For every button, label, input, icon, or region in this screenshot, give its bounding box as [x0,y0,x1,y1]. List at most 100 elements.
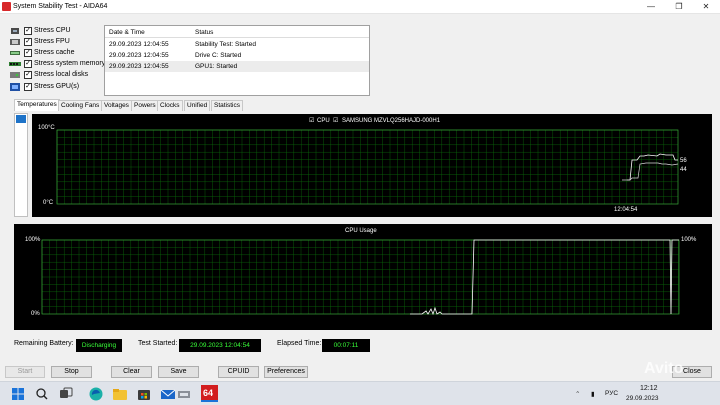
memory-icon [9,62,21,66]
taskbar: 64 ⌃ ▮ РУС 12:12 29.09.2023 Avito [0,360,720,405]
test-started-value: 29.09.2023 12:04:54 [179,339,261,352]
tab-cooling-fans[interactable]: Cooling Fans [58,100,103,111]
stress-disks-option[interactable]: ✓ Stress local disks [9,70,109,81]
temp-y-top-label: 100°C [38,125,55,131]
cache-icon [10,51,20,55]
log-row[interactable]: 29.09.2023 12:04:55 Stability Test: Star… [105,39,369,50]
battery-label: Remaining Battery: [14,340,74,347]
cpu-value-label: 56 [680,158,687,164]
log-row-time: 29.09.2023 12:04:55 [109,52,169,59]
stress-memory-checkbox[interactable]: ✓ [24,60,32,68]
disk-value-label: 44 [680,167,687,173]
preferences-button[interactable]: Preferences [264,366,308,378]
stress-gpu-label: Stress GPU(s) [34,83,80,90]
mail-icon[interactable] [160,386,176,402]
clock-date[interactable]: 29.09.2023 [626,395,659,402]
stress-fpu-checkbox[interactable]: ✓ [24,38,32,46]
clear-button[interactable]: Clear [111,366,152,378]
elapsed-time-value: 00:07:11 [322,339,370,352]
stress-fpu-label: Stress FPU [34,38,70,45]
temp-time-label: 12:04:54 [614,207,638,213]
fpu-icon [10,39,20,45]
tab-voltages[interactable]: Voltages [101,100,132,111]
disk-legend-checkbox[interactable]: ☑ [333,117,338,124]
title-bar: System Stability Test - AIDA64 — ❐ ✕ [0,0,720,14]
stress-cpu-option[interactable]: ✓ Stress CPU [9,26,109,37]
start-button[interactable]: Start [5,366,45,378]
stress-fpu-option[interactable]: ✓ Stress FPU [9,37,109,48]
cpu-usage-graph: CPU Usage 100% 0% 100% [14,224,712,330]
stress-gpu-checkbox[interactable]: ✓ [24,83,32,91]
search-icon[interactable] [34,386,50,402]
stop-button[interactable]: Stop [51,366,92,378]
sensor-scrollbar[interactable] [14,113,28,217]
gpu-icon [10,83,20,91]
stress-cpu-checkbox[interactable]: ✓ [24,27,32,35]
save-button[interactable]: Save [158,366,199,378]
tray-chevron-icon[interactable]: ⌃ [575,390,580,398]
log-row-time: 29.09.2023 12:04:55 [109,63,169,70]
hardware-monitor-icon[interactable] [176,386,192,402]
stress-memory-label: Stress system memory [34,60,106,67]
cpu-usage-value-label: 100% [681,237,697,243]
disk-legend-label: SAMSUNG MZVLQ256HAJD-000H1 [342,118,441,124]
minimize-button[interactable]: — [637,0,665,14]
status-log-table: Date & Time Status 29.09.2023 12:04:55 S… [104,25,370,96]
cpu-y-top-label: 100% [25,237,41,243]
stress-memory-option[interactable]: ✓ Stress system memory [9,59,109,70]
stress-cache-label: Stress cache [34,49,75,56]
clock-time[interactable]: 12:12 [640,385,658,392]
network-icon[interactable]: ▮ [591,390,595,398]
log-row-status: Drive C: Started [195,52,242,59]
keyboard-layout[interactable]: РУС [605,390,618,397]
battery-value: Discharging [76,339,122,352]
stress-disks-label: Stress local disks [34,71,89,78]
stress-cpu-label: Stress CPU [34,27,71,34]
log-row-status: GPU1: Started [195,63,238,70]
stress-disks-checkbox[interactable]: ✓ [24,71,32,79]
log-row-status: Stability Test: Started [195,41,256,48]
disk-icon [10,72,20,78]
aida64-taskbar-icon[interactable]: 64 [201,385,218,402]
file-explorer-icon[interactable] [112,386,128,402]
tab-unified[interactable]: Unified [184,100,211,111]
window-title: System Stability Test - AIDA64 [13,3,108,10]
cpu-legend-label: CPU [317,118,330,124]
windows-start-icon[interactable] [10,386,26,402]
aida64-taskbar-label: 64 [203,388,214,398]
temperature-grid [56,129,679,205]
tab-temperatures[interactable]: Temperatures [14,99,60,111]
log-row[interactable]: 29.09.2023 12:04:55 GPU1: Started [105,61,369,72]
close-window-button[interactable]: ✕ [692,0,720,14]
maximize-button[interactable]: ❐ [665,0,693,14]
cpu-usage-graph-canvas [41,239,680,316]
log-header: Date & Time Status [105,26,369,38]
tab-clocks[interactable]: Clocks [157,100,183,111]
temperature-graph: ☑ CPU ☑ SAMSUNG MZVLQ256HAJD-000H1 100°C… [32,114,712,217]
task-view-icon[interactable] [58,386,74,402]
stress-gpu-option[interactable]: ✓ Stress GPU(s) [9,82,109,93]
cpuid-button[interactable]: CPUID [218,366,259,378]
aida64-app-icon [2,2,11,11]
cpu-usage-title: CPU Usage [345,228,377,234]
log-row-time: 29.09.2023 12:04:55 [109,41,169,48]
log-row[interactable]: 29.09.2023 12:04:55 Drive C: Started [105,50,369,61]
elapsed-time-label: Elapsed Time: [277,340,322,347]
tab-powers[interactable]: Powers [131,100,159,111]
column-date-time[interactable]: Date & Time [109,29,145,36]
stress-cache-option[interactable]: ✓ Stress cache [9,48,109,59]
tab-statistics[interactable]: Statistics [211,100,244,111]
cpu-legend-checkbox[interactable]: ☑ [309,117,314,124]
column-status[interactable]: Status [195,29,213,36]
temperature-graph-canvas [56,129,679,205]
avito-watermark: Avito [644,360,684,377]
cpu-y-bottom-label: 0% [31,311,40,317]
scrollbar-thumb[interactable] [16,115,26,123]
temp-y-bottom-label: 0°C [43,200,54,206]
stress-cache-checkbox[interactable]: ✓ [24,49,32,57]
edge-browser-icon[interactable] [88,386,104,402]
test-started-label: Test Started: [138,340,178,347]
store-icon[interactable] [136,386,152,402]
cpu-icon [11,28,19,34]
cpu-usage-grid [41,239,680,315]
